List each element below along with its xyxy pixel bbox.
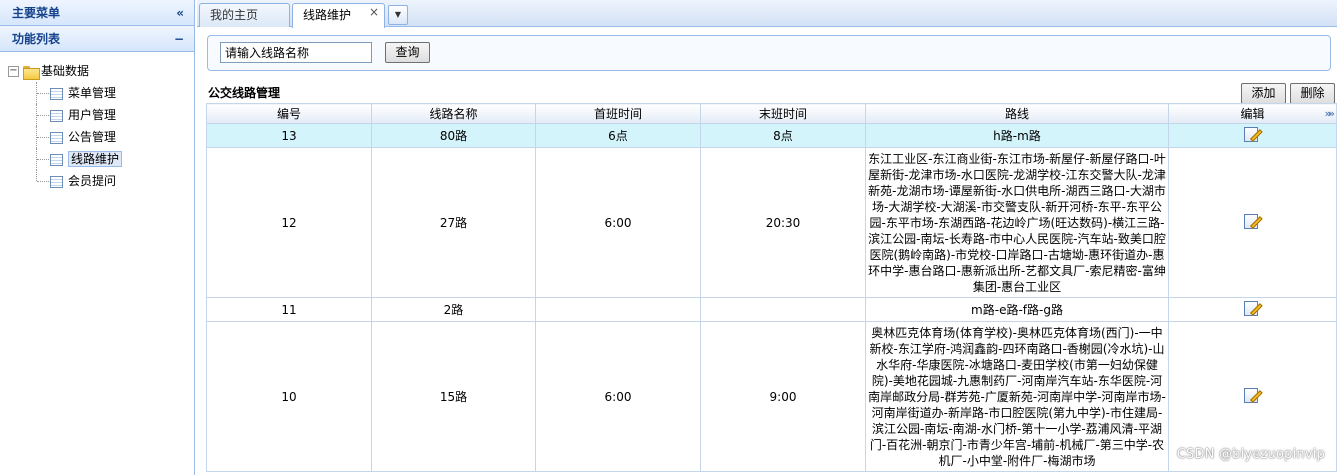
tree-item-route-maintenance[interactable]: 线路维护 xyxy=(0,148,194,170)
cell-first-bus: 6点 xyxy=(535,123,701,148)
tab-bar: 我的主页 线路维护 × ▼ xyxy=(197,0,1337,28)
route-table: 编号 线路名称 首班时间 末班时间 路线 编辑 »» 13 80路 6点 8点 … xyxy=(206,103,1337,472)
collapse-sidebar-icon[interactable]: « xyxy=(176,0,184,26)
main-content: 查询 公交线路管理 添加 删除 编号 线路名称 首班时间 末班时间 路线 编辑 … xyxy=(197,28,1337,475)
left-sidebar: 主要菜单 « 功能列表 − − 基础数据 菜单管理 用户管理 公告管理 线路维护… xyxy=(0,0,195,475)
cell-first-bus: 6:00 xyxy=(535,147,701,298)
column-header-first-bus[interactable]: 首班时间 xyxy=(535,103,701,124)
cell-name: 15路 xyxy=(371,321,536,472)
cell-id: 13 xyxy=(206,123,372,148)
more-columns-icon[interactable]: »» xyxy=(1325,107,1336,120)
tree-root-label: 基础数据 xyxy=(41,64,90,78)
tree-item-label: 菜单管理 xyxy=(68,86,117,100)
tree-item-label: 线路维护 xyxy=(68,151,123,167)
cell-name: 27路 xyxy=(371,147,536,298)
column-header-edit[interactable]: 编辑 »» xyxy=(1168,103,1337,124)
edit-icon[interactable] xyxy=(1244,213,1263,230)
tree-item-user-management[interactable]: 用户管理 xyxy=(0,104,194,126)
cell-route: 奥林匹克体育场(体育学校)-奥林匹克体育场(西门)-一中新校-东江学府-鸿润鑫韵… xyxy=(865,321,1169,472)
cell-first-bus: 6:00 xyxy=(535,321,701,472)
csdn-watermark: CSDN @biyezuopinvip xyxy=(1176,447,1325,462)
tab-label: 我的主页 xyxy=(210,8,259,22)
main-menu-title: 主要菜单 xyxy=(12,6,61,20)
column-header-id[interactable]: 编号 xyxy=(206,103,372,124)
tree-item-notice-management[interactable]: 公告管理 xyxy=(0,126,194,148)
query-button[interactable]: 查询 xyxy=(385,42,430,63)
page-icon xyxy=(50,109,63,122)
function-list-header[interactable]: 功能列表 − xyxy=(0,26,194,52)
table-row[interactable]: 12 27路 6:00 20:30 东江工业区-东江商业街-东江市场-新屋仔-新… xyxy=(206,147,1337,298)
tree-collapse-icon[interactable]: − xyxy=(8,66,19,77)
cell-edit xyxy=(1168,123,1337,148)
edit-icon[interactable] xyxy=(1244,300,1263,317)
function-list-title: 功能列表 xyxy=(12,32,61,46)
cell-edit xyxy=(1168,297,1337,322)
page-icon xyxy=(50,87,63,100)
search-panel: 查询 xyxy=(207,35,1331,71)
cell-route: m路-e路-f路-g路 xyxy=(865,297,1169,322)
tree-item-member-questions[interactable]: 会员提问 xyxy=(0,170,194,192)
table-row[interactable]: 13 80路 6点 8点 h路-m路 xyxy=(206,123,1337,148)
route-name-search-input[interactable] xyxy=(220,42,372,63)
cell-route: 东江工业区-东江商业街-东江市场-新屋仔-新屋仔路口-叶屋新街-龙津市场-水口医… xyxy=(865,147,1169,298)
tab-route-maintenance[interactable]: 线路维护 × xyxy=(292,3,385,28)
tree-item-label: 会员提问 xyxy=(68,174,117,188)
tree-item-label: 公告管理 xyxy=(68,130,117,144)
tree-item-label: 用户管理 xyxy=(68,108,117,122)
folder-icon xyxy=(23,65,40,80)
main-menu-header: 主要菜单 « xyxy=(0,0,194,26)
function-tree: − 基础数据 菜单管理 用户管理 公告管理 线路维护 会员提问 xyxy=(0,52,194,192)
cell-id: 10 xyxy=(206,321,372,472)
column-header-edit-label: 编辑 xyxy=(1240,107,1265,121)
cell-id: 12 xyxy=(206,147,372,298)
page-icon xyxy=(50,175,63,188)
table-row[interactable]: 11 2路 m路-e路-f路-g路 xyxy=(206,297,1337,322)
table-header-row: 编号 线路名称 首班时间 末班时间 路线 编辑 »» xyxy=(206,103,1337,124)
add-button[interactable]: 添加 xyxy=(1241,83,1286,104)
grid-title: 公交线路管理 xyxy=(208,86,281,100)
cell-last-bus: 8点 xyxy=(700,123,866,148)
column-header-last-bus[interactable]: 末班时间 xyxy=(700,103,866,124)
cell-edit xyxy=(1168,147,1337,298)
cell-last-bus: 20:30 xyxy=(700,147,866,298)
collapse-section-icon[interactable]: − xyxy=(174,26,184,52)
tree-item-menu-management[interactable]: 菜单管理 xyxy=(0,82,194,104)
cell-route: h路-m路 xyxy=(865,123,1169,148)
page-icon xyxy=(50,153,63,166)
cell-last-bus xyxy=(700,297,866,322)
delete-button[interactable]: 删除 xyxy=(1290,83,1335,104)
table-row[interactable]: 10 15路 6:00 9:00 奥林匹克体育场(体育学校)-奥林匹克体育场(西… xyxy=(206,321,1337,472)
tab-list-dropdown-icon[interactable]: ▼ xyxy=(388,5,408,25)
tree-root-basic-data[interactable]: − 基础数据 xyxy=(0,60,194,82)
column-header-route[interactable]: 路线 xyxy=(865,103,1169,124)
column-header-name[interactable]: 线路名称 xyxy=(371,103,536,124)
cell-first-bus xyxy=(535,297,701,322)
tab-label: 线路维护 xyxy=(303,8,352,22)
cell-id: 11 xyxy=(206,297,372,322)
cell-last-bus: 9:00 xyxy=(700,321,866,472)
cell-name: 80路 xyxy=(371,123,536,148)
cell-name: 2路 xyxy=(371,297,536,322)
edit-icon[interactable] xyxy=(1244,387,1263,404)
edit-icon[interactable] xyxy=(1244,126,1263,143)
tab-my-home[interactable]: 我的主页 xyxy=(199,3,290,27)
close-tab-icon[interactable]: × xyxy=(369,1,379,23)
page-icon xyxy=(50,131,63,144)
